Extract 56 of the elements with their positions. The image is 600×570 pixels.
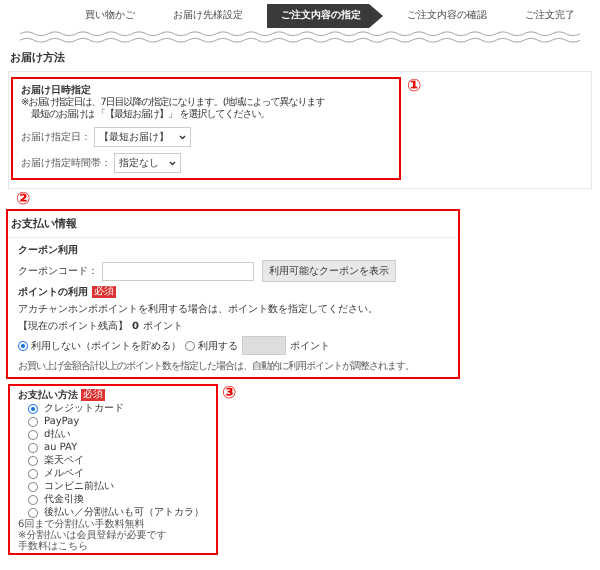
field-label: お届け指定日：	[21, 130, 91, 144]
radio-button[interactable]	[28, 468, 38, 478]
section-heading: お支払い情報	[8, 211, 458, 238]
radio-button[interactable]	[185, 340, 195, 350]
annotation-number: ①	[407, 77, 422, 95]
radio-button[interactable]	[28, 494, 38, 504]
subsection-title: お支払い方法	[18, 388, 78, 402]
checkout-step: ご注文完了	[511, 4, 589, 28]
coupon-code-field[interactable]	[102, 262, 254, 280]
annotation-number: ③	[222, 384, 236, 402]
dropdown-select[interactable]: 指定なし	[114, 153, 181, 173]
radio-label: クレジットカード	[44, 402, 124, 415]
checkout-step: ご注文内容の確認	[393, 4, 501, 28]
instruction-text: アカチャンホンポポイントを利用する場合は、ポイント数を指定してください。	[18, 302, 379, 316]
footnote-text: お買い上げ金額合計以上のポイント数を指定した場合は、自動的に利用ポイントが調整されます。	[18, 360, 414, 373]
radio-label: 代金引換	[44, 493, 84, 506]
chevron-down-icon	[179, 134, 186, 140]
radio-label: au PAY	[44, 441, 78, 454]
radio-button[interactable]	[28, 404, 38, 414]
radio-label: d払い	[44, 428, 70, 441]
points-field[interactable]	[242, 336, 286, 355]
radio-button[interactable]	[18, 340, 28, 350]
radio-button[interactable]	[28, 442, 38, 452]
note-text: 6回まで分割払い手数料無料	[18, 519, 146, 530]
show-coupons-button[interactable]: 利用可能なクーポンを表示	[262, 260, 396, 282]
radio-button[interactable]	[28, 508, 38, 518]
required-badge: 必須	[81, 389, 105, 401]
field-label: クーポンコード：	[18, 265, 98, 278]
radio-button[interactable]	[28, 416, 38, 426]
subsection-title: ポイントの利用	[18, 286, 88, 299]
section-heading: お届け方法	[10, 50, 66, 65]
field-label: お届け指定時間帯：	[21, 156, 111, 170]
radio-label: コンビニ前払い	[44, 480, 114, 493]
annotation-number: ②	[16, 189, 30, 209]
required-badge: 必須	[92, 286, 116, 298]
radio-button[interactable]	[28, 482, 38, 492]
chevron-down-icon	[169, 160, 176, 166]
radio-label: PayPay	[44, 415, 80, 428]
note-text: 最短のお届けは 「【最短お届け】」 を選択してください。	[30, 109, 270, 121]
radio-label: メルペイ	[44, 467, 84, 480]
subsection-title: お届け日時指定	[21, 83, 92, 96]
checkout-step: ご注文内容の指定	[267, 4, 383, 28]
radio-label: 後払い／分割払いも可（アトカラ）	[44, 506, 204, 518]
unit-label: ポイント	[290, 340, 330, 352]
radio-label: 利用する	[198, 340, 238, 352]
checkout-step: 買い物かご	[71, 4, 149, 28]
note-text: ※分割払いは会員登録が必要です	[18, 530, 168, 541]
radio-button[interactable]	[28, 430, 38, 440]
subsection-title: クーポン利用	[18, 244, 79, 257]
radio-label: 楽天ペイ	[44, 454, 84, 467]
dropdown-select[interactable]: 【最短お届け】	[94, 127, 191, 147]
checkout-step: お届け先様設定	[159, 4, 257, 28]
note-text: 手数料はこちら	[18, 541, 89, 552]
note-text: ※お届け指定日は、7日目以降の指定になります。(地域によって異なります	[21, 97, 325, 108]
radio-button[interactable]	[28, 456, 38, 466]
radio-label: 利用しない（ポイントを貯める）	[31, 340, 181, 352]
